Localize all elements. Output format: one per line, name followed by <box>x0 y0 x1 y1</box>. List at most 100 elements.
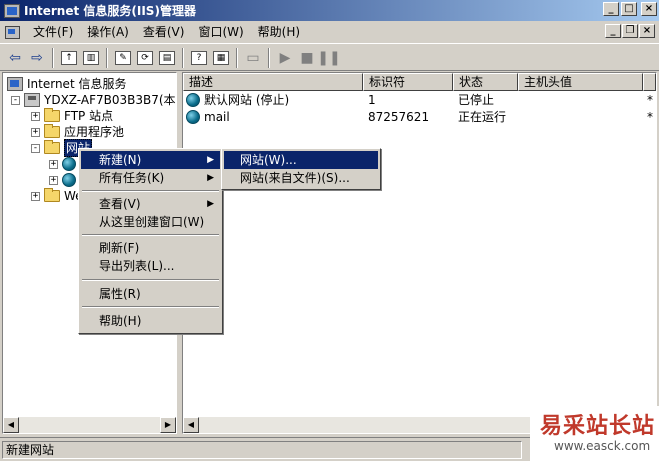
stopped-site-icon <box>186 93 200 107</box>
cell-status: 已停止 <box>458 93 495 107</box>
back-arrow-icon[interactable]: ⇦ <box>4 47 26 69</box>
console-icon[interactable] <box>4 24 20 40</box>
export-list-icon[interactable]: ▤ <box>156 47 178 69</box>
toolbar-separator <box>106 47 108 68</box>
menu-item-view[interactable]: 查看(V) ▶ <box>81 195 220 213</box>
toolbar: ⇦ ⇨ ↑ ▥ ✎ ⟳ ▤ ? ▦ ▭ ▶ ■ ❚❚ <box>0 45 659 71</box>
help-icon[interactable]: ? <box>188 47 210 69</box>
folder-icon <box>44 124 60 138</box>
submenu-arrow-icon: ▶ <box>207 155 214 165</box>
toolbar-separator <box>236 47 238 68</box>
cell-host: * <box>647 93 653 107</box>
iis-icon <box>7 77 23 91</box>
table-row[interactable]: mail 87257621 正在运行 * <box>183 109 656 125</box>
refresh-icon[interactable]: ⟳ <box>134 47 156 69</box>
menu-item-new-website-from-file[interactable]: 网站(来自文件)(S)... <box>224 169 378 187</box>
menu-item-new[interactable]: 新建(N) ▶ <box>81 151 220 169</box>
collapse-icon[interactable]: - <box>31 143 40 153</box>
mdi-controls: _ ❐ × <box>605 24 655 38</box>
scroll-left-icon[interactable]: ◀ <box>3 417 19 433</box>
folder-icon <box>44 188 60 202</box>
menu-file[interactable]: 文件(F) <box>26 22 80 42</box>
server-icon <box>24 93 40 107</box>
expand-icon[interactable]: + <box>49 175 58 185</box>
watermark-url: www.easck.com <box>554 439 651 453</box>
column-header-status[interactable]: 状态 <box>453 73 518 91</box>
tree-item-web-ext[interactable]: + We <box>31 188 83 204</box>
tree-label: 应用程序池 <box>64 125 125 139</box>
expand-icon[interactable]: + <box>49 159 58 169</box>
expand-icon[interactable]: + <box>31 111 40 121</box>
forward-arrow-icon[interactable]: ⇨ <box>26 47 48 69</box>
menu-separator <box>82 234 219 236</box>
folder-icon <box>44 140 60 154</box>
maximize-button[interactable]: □ <box>621 2 637 16</box>
menu-item-all-tasks[interactable]: 所有任务(K) ▶ <box>81 169 220 187</box>
tree-item-ftp[interactable]: + FTP 站点 <box>31 108 113 124</box>
computer-icon[interactable]: ▭ <box>242 47 264 69</box>
action-pane-icon[interactable]: ▦ <box>210 47 232 69</box>
cell-identifier: 87257621 <box>368 110 430 124</box>
tree-item-iis-root[interactable]: Internet 信息服务 <box>7 76 126 92</box>
scroll-track[interactable] <box>19 417 160 433</box>
list-pane[interactable]: 描述 标识符 状态 主机头值 默认网站 (停止) 1 已停止 * mail 87… <box>182 72 657 434</box>
mdi-close-button[interactable]: × <box>639 24 655 38</box>
properties-icon[interactable]: ✎ <box>112 47 134 69</box>
column-header-host[interactable]: 主机头值 <box>518 73 643 91</box>
menu-separator <box>82 279 219 281</box>
cell-status: 正在运行 <box>458 110 507 124</box>
globe-icon <box>62 157 76 171</box>
column-header-description[interactable]: 描述 <box>183 73 363 91</box>
watermark: 易采站长站 www.easck.com <box>530 406 659 461</box>
menu-action[interactable]: 操作(A) <box>80 22 136 42</box>
cell-host: * <box>647 110 653 124</box>
tree-item-default-site[interactable]: + <box>49 156 80 172</box>
tree-item-mail-site[interactable]: + <box>49 172 80 188</box>
scroll-left-icon[interactable]: ◀ <box>183 417 199 433</box>
cell-identifier: 1 <box>368 93 376 107</box>
collapse-icon[interactable]: - <box>11 95 20 105</box>
tree-horizontal-scrollbar[interactable]: ◀ ▶ <box>3 417 176 433</box>
menu-item-refresh[interactable]: 刷新(F) <box>81 239 220 257</box>
show-hide-tree-icon[interactable]: ▥ <box>80 47 102 69</box>
folder-icon <box>44 108 60 122</box>
toolbar-separator <box>52 47 54 68</box>
cell-description: 默认网站 (停止) <box>186 92 289 108</box>
running-site-icon <box>186 110 200 124</box>
expand-icon[interactable]: + <box>31 191 40 201</box>
minimize-button[interactable]: _ <box>603 2 619 16</box>
column-headers: 描述 标识符 状态 主机头值 <box>183 73 656 91</box>
iis-app-icon <box>4 3 20 18</box>
stop-icon[interactable]: ■ <box>296 47 318 69</box>
tree-item-app-pools[interactable]: + 应用程序池 <box>31 124 124 140</box>
pause-icon[interactable]: ❚❚ <box>317 47 340 69</box>
menu-separator <box>82 190 219 192</box>
tree-label: FTP 站点 <box>64 109 114 123</box>
column-header-overflow[interactable] <box>643 73 656 91</box>
menu-item-export-list[interactable]: 导出列表(L)... <box>81 257 220 275</box>
scroll-right-icon[interactable]: ▶ <box>160 417 176 433</box>
menu-item-properties[interactable]: 属性(R) <box>81 285 220 303</box>
expand-icon[interactable]: + <box>31 127 40 137</box>
menu-help[interactable]: 帮助(H) <box>251 22 307 42</box>
status-text: 新建网站 <box>2 441 522 459</box>
window-controls: _ □ × <box>603 2 657 16</box>
menu-item-help[interactable]: 帮助(H) <box>81 312 220 330</box>
mdi-minimize-button[interactable]: _ <box>605 24 621 38</box>
close-button[interactable]: × <box>641 2 657 16</box>
tree-item-server[interactable]: - YDXZ-AF7B03B3B7(本地计 <box>11 92 176 108</box>
submenu-arrow-icon: ▶ <box>207 199 214 209</box>
column-header-identifier[interactable]: 标识符 <box>363 73 453 91</box>
menu-item-new-window[interactable]: 从这里创建窗口(W) <box>81 213 220 231</box>
menu-separator <box>82 306 219 308</box>
start-icon[interactable]: ▶ <box>274 47 296 69</box>
menu-view[interactable]: 查看(V) <box>136 22 192 42</box>
mdi-restore-button[interactable]: ❐ <box>622 24 638 38</box>
table-row[interactable]: 默认网站 (停止) 1 已停止 * <box>183 92 656 108</box>
menu-item-new-website[interactable]: 网站(W)... <box>224 151 378 169</box>
menu-window[interactable]: 窗口(W) <box>191 22 250 42</box>
toolbar-separator <box>182 47 184 68</box>
cell-description: mail <box>186 109 230 125</box>
up-level-icon[interactable]: ↑ <box>58 47 80 69</box>
menu-bar: 文件(F) 操作(A) 查看(V) 窗口(W) 帮助(H) _ ❐ × <box>0 21 659 44</box>
